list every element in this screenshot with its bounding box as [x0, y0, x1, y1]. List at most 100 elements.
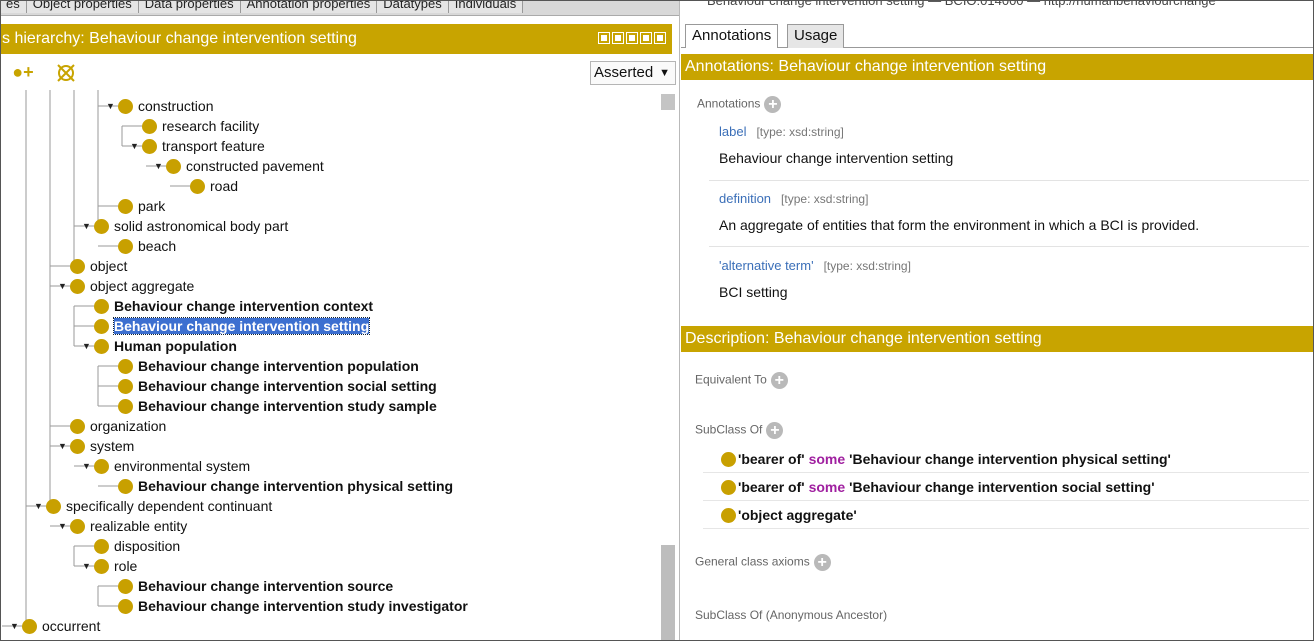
- split-view-icon[interactable]: [626, 32, 638, 44]
- tree-node-label[interactable]: Behaviour change intervention setting: [112, 317, 371, 335]
- tree-node-label[interactable]: transport feature: [162, 138, 265, 154]
- tree-node-label[interactable]: beach: [138, 238, 176, 254]
- tree-node-label[interactable]: Behaviour change intervention population: [138, 358, 419, 374]
- tree-node[interactable]: Behaviour change intervention context: [82, 296, 373, 316]
- annotations-label-row: Annotations +: [697, 96, 782, 113]
- tree-node-label[interactable]: research facility: [162, 118, 259, 134]
- tree-node-label[interactable]: object: [90, 258, 127, 274]
- scrollbar-thumb[interactable]: [661, 545, 675, 641]
- tree-node-label[interactable]: constructed pavement: [186, 158, 324, 174]
- close-view-icon[interactable]: [654, 32, 666, 44]
- tree-node[interactable]: ▼ realizable entity: [58, 516, 187, 536]
- expand-toggle-icon[interactable]: ▼: [130, 136, 140, 156]
- expand-toggle-icon[interactable]: ▼: [58, 436, 68, 456]
- tree-node[interactable]: beach: [106, 236, 176, 256]
- tree-node-label[interactable]: Human population: [114, 338, 237, 354]
- help-icon[interactable]: [598, 32, 610, 44]
- tree-node[interactable]: disposition: [82, 536, 180, 556]
- tree-node[interactable]: Behaviour change intervention population: [106, 356, 419, 376]
- tab-annotations[interactable]: Annotations: [685, 24, 779, 48]
- tree-node-label[interactable]: organization: [90, 418, 166, 434]
- annotation-property-label[interactable]: label [type: xsd:string]: [719, 124, 844, 139]
- add-superclass-icon[interactable]: +: [766, 422, 784, 439]
- tree-node-label[interactable]: Behaviour change intervention social set…: [138, 378, 437, 394]
- tree-node[interactable]: ▼ system: [58, 436, 134, 456]
- expand-toggle-icon[interactable]: ▼: [58, 516, 68, 536]
- tab-data-properties[interactable]: Data properties: [138, 0, 241, 13]
- tree-node[interactable]: Behaviour change intervention setting: [82, 316, 371, 336]
- expand-toggle-icon[interactable]: ▼: [82, 456, 92, 476]
- tree-node-label[interactable]: occurrent: [42, 618, 100, 634]
- expand-toggle-icon[interactable]: ▼: [34, 496, 44, 516]
- subclass-axiom-row[interactable]: 'bearer of' some 'Behaviour change interve…: [721, 448, 1171, 470]
- asserted-inferred-select[interactable]: Asserted ▼: [590, 61, 676, 85]
- tree-node-label[interactable]: role: [114, 558, 137, 574]
- annotation-property-alternative-term[interactable]: 'alternative term' [type: xsd:string]: [719, 258, 911, 273]
- expand-toggle-icon[interactable]: ▼: [10, 616, 20, 636]
- tree-node-label[interactable]: road: [210, 178, 238, 194]
- tree-node-label[interactable]: realizable entity: [90, 518, 187, 534]
- tree-node[interactable]: organization: [58, 416, 166, 436]
- annotation-type: [type: xsd:string]: [823, 259, 911, 273]
- subclass-axiom-row[interactable]: 'object aggregate': [721, 504, 857, 526]
- tree-node-label[interactable]: park: [138, 198, 165, 214]
- expand-toggle-icon[interactable]: ▼: [154, 156, 164, 176]
- tree-node[interactable]: Behaviour change intervention social set…: [106, 376, 437, 396]
- annotation-property-definition[interactable]: definition [type: xsd:string]: [719, 191, 868, 206]
- tree-node[interactable]: ▼ object aggregate: [58, 276, 194, 296]
- tree-node[interactable]: road: [178, 176, 238, 196]
- tree-scrollbar[interactable]: [661, 90, 677, 641]
- tree-node-label[interactable]: construction: [138, 98, 213, 114]
- tree-node-label[interactable]: Behaviour change intervention context: [114, 298, 373, 314]
- entity-title-text: Behaviour change intervention setting — …: [707, 0, 1216, 8]
- tab-object-properties[interactable]: Object properties: [26, 0, 139, 13]
- tree-node[interactable]: ▼ specifically dependent continuant: [34, 496, 272, 516]
- tab-annotation-properties[interactable]: Annotation properties: [240, 0, 378, 13]
- tree-node[interactable]: ▼ occurrent: [10, 616, 100, 636]
- tree-node[interactable]: ▼ construction: [106, 96, 213, 116]
- tree-node-label[interactable]: system: [90, 438, 134, 454]
- tree-node[interactable]: ▼ constructed pavement: [154, 156, 324, 176]
- scrollbar-top-segment[interactable]: [661, 94, 675, 110]
- tree-node[interactable]: ▼ solid astronomical body part: [82, 216, 288, 236]
- tree-node-label[interactable]: specifically dependent continuant: [66, 498, 272, 514]
- tree-node-label[interactable]: disposition: [114, 538, 180, 554]
- tree-node[interactable]: object: [58, 256, 127, 276]
- tree-node[interactable]: Behaviour change intervention source: [106, 576, 393, 596]
- tree-node[interactable]: ▼ environmental system: [82, 456, 250, 476]
- tree-node[interactable]: Behaviour change intervention study samp…: [106, 396, 437, 416]
- tree-node[interactable]: Behaviour change intervention study inve…: [106, 596, 468, 616]
- class-bullet-icon: [721, 479, 736, 495]
- subclass-axiom-row[interactable]: 'bearer of' some 'Behaviour change interve…: [721, 476, 1155, 498]
- tree-node[interactable]: ▼ Human population: [82, 336, 237, 356]
- add-annotation-icon[interactable]: +: [764, 96, 782, 113]
- tree-node-label[interactable]: Behaviour change intervention study inve…: [138, 598, 468, 614]
- class-bullet-icon: [70, 418, 85, 434]
- expand-toggle-icon[interactable]: ▼: [82, 336, 92, 356]
- expand-toggle-icon[interactable]: ▼: [58, 276, 68, 296]
- expand-toggle-icon[interactable]: ▼: [82, 216, 92, 236]
- add-general-axiom-icon[interactable]: +: [813, 554, 831, 571]
- float-view-icon[interactable]: [612, 32, 624, 44]
- expand-toggle-icon[interactable]: ▼: [106, 96, 116, 116]
- add-equivalent-icon[interactable]: +: [770, 372, 788, 389]
- tree-node[interactable]: research facility: [130, 116, 259, 136]
- tab-usage[interactable]: Usage: [787, 24, 845, 48]
- tree-node-label[interactable]: Behaviour change intervention source: [138, 578, 393, 594]
- expand-toggle-icon[interactable]: ▼: [82, 556, 92, 576]
- tab-individuals[interactable]: Individuals: [448, 0, 524, 13]
- tree-node-label[interactable]: Behaviour change intervention physical s…: [138, 478, 453, 494]
- tree-node-label[interactable]: environmental system: [114, 458, 250, 474]
- tree-node-label[interactable]: Behaviour change intervention study samp…: [138, 398, 437, 414]
- add-subclass-icon[interactable]: ●+: [8, 59, 38, 85]
- tab-classes[interactable]: es: [0, 0, 27, 13]
- tree-node-label[interactable]: object aggregate: [90, 278, 194, 294]
- tab-datatypes[interactable]: Datatypes: [377, 0, 449, 13]
- tree-node[interactable]: Behaviour change intervention physical s…: [106, 476, 453, 496]
- delete-class-icon[interactable]: [50, 59, 80, 85]
- tree-node[interactable]: ▼ role: [82, 556, 137, 576]
- tree-node[interactable]: ▼ transport feature: [130, 136, 265, 156]
- maximize-icon[interactable]: [640, 32, 652, 44]
- tree-node-label[interactable]: solid astronomical body part: [114, 218, 288, 234]
- tree-node[interactable]: park: [106, 196, 165, 216]
